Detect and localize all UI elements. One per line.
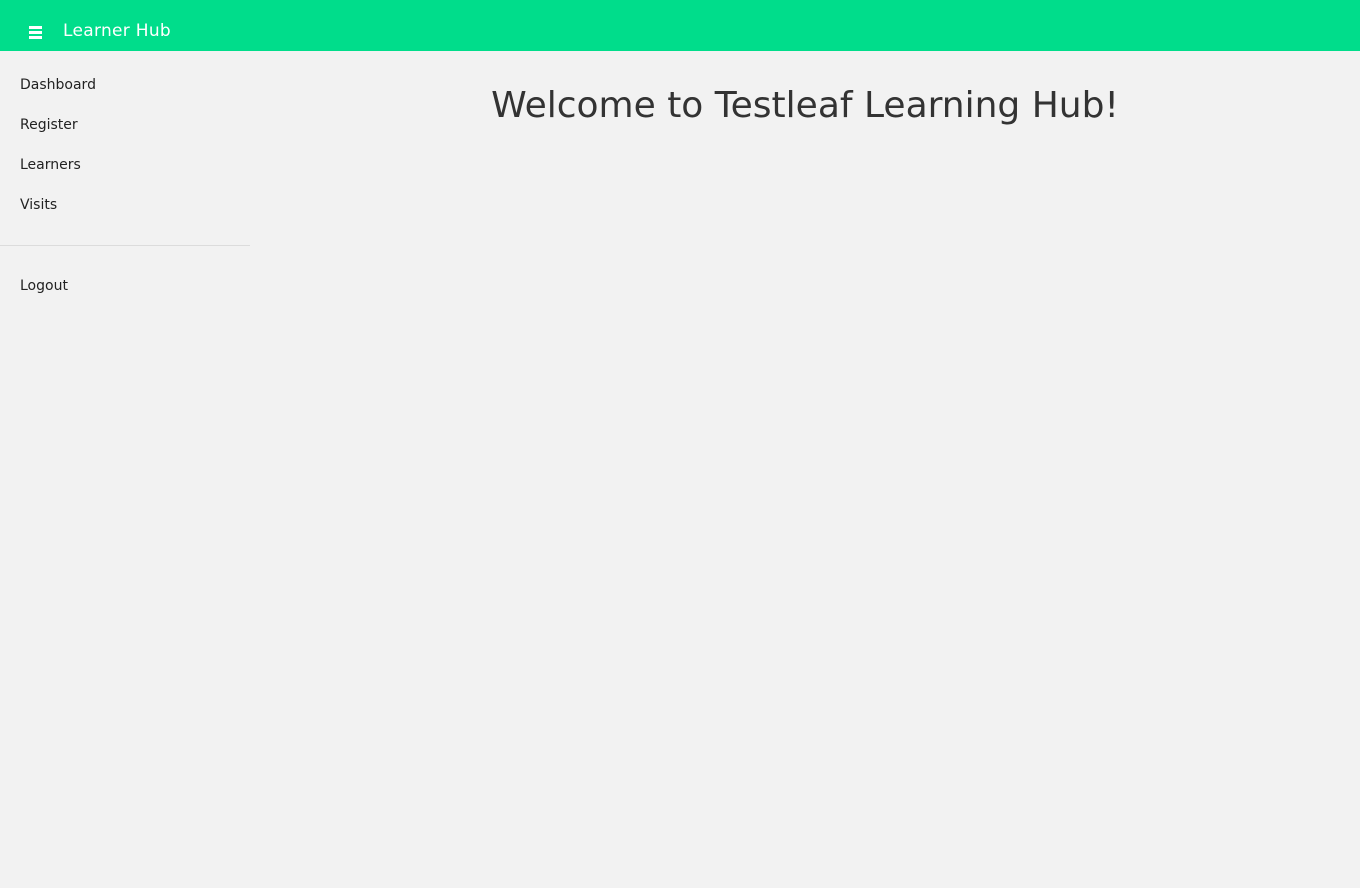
- app-title: Learner Hub: [63, 21, 172, 41]
- menu-icon-bar: [29, 31, 42, 34]
- menu-icon-bar: [29, 26, 42, 29]
- sidebar-item-logout[interactable]: Logout: [20, 277, 68, 295]
- sidebar-divider: [0, 245, 250, 246]
- sidebar-item-learners[interactable]: Learners: [20, 156, 81, 174]
- sidebar-nav: Dashboard Register Learners Visits Logou…: [0, 51, 250, 888]
- sidebar-item-visits[interactable]: Visits: [20, 196, 57, 214]
- sidebar-item-register[interactable]: Register: [20, 116, 78, 134]
- page-title: Welcome to Testleaf Learning Hub!: [491, 85, 1119, 126]
- top-app-bar: Learner Hub: [0, 0, 1360, 51]
- menu-icon-bar: [29, 36, 42, 39]
- hamburger-menu-icon[interactable]: [29, 23, 42, 40]
- sidebar-item-dashboard[interactable]: Dashboard: [20, 76, 96, 94]
